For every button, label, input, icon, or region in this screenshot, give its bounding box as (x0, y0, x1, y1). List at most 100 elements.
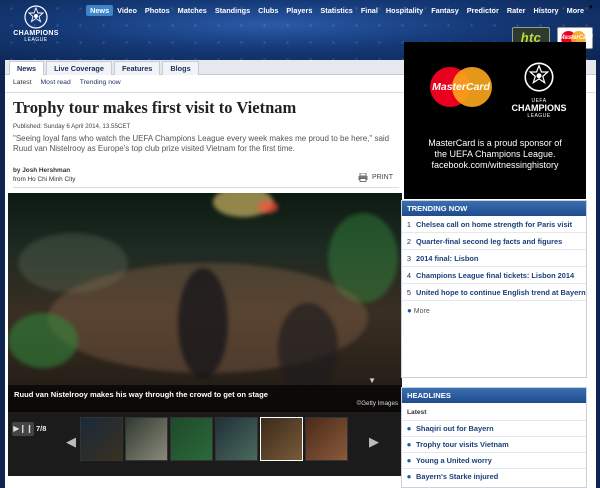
print-button[interactable]: PRINT (358, 173, 393, 182)
printer-icon (358, 173, 368, 182)
thumbnail-strip (80, 417, 348, 461)
trending-more-label: More (413, 308, 430, 315)
bullet-icon: ● (406, 424, 412, 433)
headlines-latest-label: Latest (407, 409, 427, 416)
headline-title: Young a United worry (416, 456, 492, 465)
slideshow-play-button[interactable]: ▶❙❙ (12, 422, 34, 436)
headline-item[interactable]: ● Young a United worry (402, 452, 586, 468)
article-title: Trophy tour makes first visit to Vietnam (13, 98, 297, 117)
trending-number: 4 (406, 270, 412, 280)
ad-text: MasterCard is a proud sponsor of the UEF… (412, 138, 578, 171)
trending-title: Champions League final tickets: Lisbon 2… (416, 270, 575, 280)
nav-standings[interactable]: Standings (211, 5, 254, 16)
gallery-thumbnail[interactable] (305, 417, 348, 461)
trending-heading: TRENDING NOW (402, 201, 586, 216)
headlines-list: ● Shaqiri out for Bayern ● Trophy tour visi… (402, 420, 586, 484)
mastercard-small-label: MasterCard (559, 35, 593, 41)
headlines-panel: HEADLINES Latest ● Shaqiri out for Bayern… (401, 387, 587, 488)
tab-blogs[interactable]: Blogs (162, 61, 199, 75)
nav-predictor[interactable]: Predictor (463, 5, 503, 16)
top-navigation: News Video Photos Matches Standings Clubs Play… (86, 5, 594, 16)
trending-more-link[interactable]: ● More (407, 306, 430, 315)
red-light (258, 201, 278, 213)
trending-title: Chelsea call on home strength for Paris … (416, 219, 573, 229)
gallery-photo[interactable]: ▼ Ruud van Nistelrooy makes his way thro… (8, 193, 402, 412)
tab-live-coverage[interactable]: Live Coverage (46, 61, 112, 75)
nav-players[interactable]: Players (282, 5, 316, 16)
trending-item[interactable]: 3 2014 final: Lisbon (402, 250, 586, 267)
ad-line-3: facebook.com/witnessinghistory (431, 160, 559, 170)
nav-photos[interactable]: Photos (141, 5, 174, 16)
trending-title: 2014 final: Lisbon (416, 253, 479, 263)
headline-item[interactable]: ● Trophy tour visits Vietnam (402, 436, 586, 452)
chevron-down-icon: ▼ (588, 5, 594, 11)
filter-latest[interactable]: Latest (13, 79, 32, 86)
nav-statistics[interactable]: Statistics (316, 5, 356, 16)
headline-title: Trophy tour visits Vietnam (416, 440, 509, 449)
trending-list: 1 Chelsea call on home strength for Paris… (402, 216, 586, 301)
logo-line1: CHAMPIONS (13, 30, 59, 37)
bullet-icon: ● (406, 440, 412, 449)
filter-most-read[interactable]: Most read (41, 79, 71, 86)
previous-arrow-icon[interactable]: ◀ (66, 434, 76, 450)
gallery-thumbnail[interactable] (125, 417, 168, 461)
article-location: from Ho Chi Minh City (13, 176, 76, 183)
headline-item[interactable]: ● Shaqiri out for Bayern (402, 420, 586, 436)
photo-gallery: ▼ Ruud van Nistelrooy makes his way thro… (8, 193, 402, 476)
champions-league-logo[interactable]: CHAMPIONS LEAGUE (8, 5, 64, 43)
nav-hospitality[interactable]: Hospitality (382, 5, 427, 16)
person-silhouette (178, 268, 228, 378)
headline-title: Shaqiri out for Bayern (416, 424, 494, 433)
nav-clubs[interactable]: Clubs (254, 5, 282, 16)
filter-trending-now[interactable]: Trending now (80, 79, 121, 86)
article-author: by Josh Hershman (13, 167, 71, 174)
nav-rater[interactable]: Rater (503, 5, 530, 16)
bullet-icon: ● (407, 306, 412, 315)
trending-title: United hope to continue English trend at… (416, 287, 586, 297)
gallery-thumbnail[interactable] (260, 417, 303, 461)
nav-final[interactable]: Final (357, 5, 382, 16)
mastercard-label: MasterCard (432, 81, 490, 93)
nav-news[interactable]: News (86, 5, 114, 16)
article-byline: by Josh Hershman from Ho Chi Minh City (13, 166, 76, 184)
gallery-thumbnail[interactable] (170, 417, 213, 461)
headline-title: Bayern's Starke injured (416, 472, 499, 481)
ad-line-1: MasterCard is a proud sponsor of (428, 138, 562, 148)
news-filters: Latest Most read Trending now (13, 79, 121, 86)
nav-history[interactable]: History (529, 5, 562, 16)
headline-item[interactable]: ● Bayern's Starke injured (402, 468, 586, 484)
logo-line2: LEAGUE (24, 37, 48, 43)
ucl-mid-text: CHAMPIONS (511, 103, 567, 113)
photographer-silhouette (278, 303, 338, 393)
tab-news[interactable]: News (9, 61, 45, 75)
article-lead: "Seeing loyal fans who watch the UEFA Ch… (13, 134, 390, 153)
gallery-counter: 7/8 (36, 424, 47, 433)
trending-item[interactable]: 2 Quarter-final second leg facts and figu… (402, 233, 586, 250)
thumbnail-bar: ▶❙❙ 7/8 ◀ ▶ (8, 412, 402, 476)
trending-panel: TRENDING NOW 1 Chelsea call on home stren… (401, 200, 587, 378)
trending-item[interactable]: 5 United hope to continue English trend a… (402, 284, 586, 301)
nav-matches[interactable]: Matches (174, 5, 211, 16)
trending-number: 2 (406, 236, 412, 246)
ucl-logo: UEFA CHAMPIONS LEAGUE (511, 62, 567, 119)
gallery-thumbnail[interactable] (215, 417, 258, 461)
photo-credit: ©Getty Images (356, 400, 398, 407)
nav-fantasy[interactable]: Fantasy (427, 5, 463, 16)
bullet-icon: ● (406, 472, 412, 481)
trending-title: Quarter-final second leg facts and figur… (416, 236, 563, 246)
bullet-icon: ● (406, 456, 412, 465)
gallery-thumbnail[interactable] (80, 417, 123, 461)
tab-features[interactable]: Features (113, 61, 161, 75)
trending-number: 3 (406, 253, 412, 263)
gallery-caption: ▼ Ruud van Nistelrooy makes his way thro… (8, 376, 402, 412)
article-published: Published: Sunday 6 April 2014, 13.55CET (13, 123, 131, 130)
trending-item[interactable]: 4 Champions League final tickets: Lisbon … (402, 267, 586, 284)
trending-number: 5 (406, 287, 412, 297)
nav-more[interactable]: More (563, 5, 588, 16)
article-divider (13, 187, 399, 188)
next-arrow-icon[interactable]: ▶ (369, 434, 379, 450)
nav-video[interactable]: Video (113, 5, 141, 16)
trending-item[interactable]: 1 Chelsea call on home strength for Paris… (402, 216, 586, 233)
caption-toggle-icon[interactable]: ▼ (368, 376, 376, 385)
mastercard-advert[interactable]: MasterCard UEFA CHAMPIONS LEAGUE MasterC… (404, 42, 586, 199)
